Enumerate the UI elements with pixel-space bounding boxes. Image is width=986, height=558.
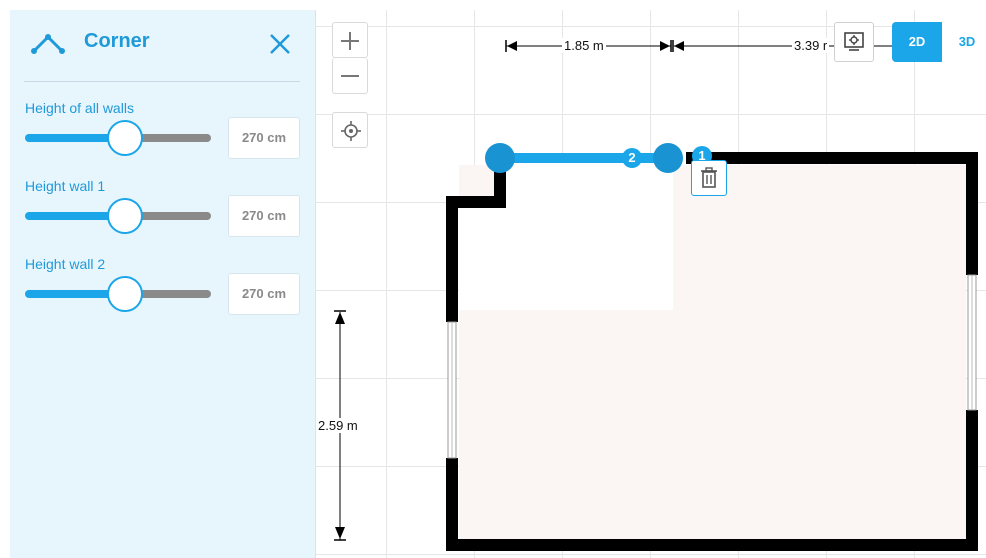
dimension-label: 1.85 m (562, 38, 606, 53)
trash-icon (701, 167, 717, 188)
height-wall-1-input[interactable]: 270 cm (228, 195, 300, 237)
slider-thumb[interactable] (107, 198, 143, 234)
panel-header: Corner (10, 10, 316, 82)
wall-number-2: 2 (628, 150, 636, 165)
divider (24, 81, 300, 82)
height-all-walls-input[interactable]: 270 cm (228, 117, 300, 159)
corner-properties-panel: Corner Height of all walls 270 cm Height… (10, 10, 316, 558)
slider-thumb[interactable] (107, 120, 143, 156)
display-settings-icon (844, 32, 864, 51)
height-wall-2-input[interactable]: 270 cm (228, 273, 300, 315)
height-wall-1-slider[interactable] (25, 198, 211, 234)
delete-wall-button[interactable] (691, 160, 727, 196)
slider-thumb[interactable] (107, 276, 143, 312)
dimension-label: 3.39 r (792, 38, 830, 53)
height-wall-2-label: Height wall 2 (25, 256, 106, 272)
view-3d-button[interactable]: 3D (942, 22, 986, 62)
corner-icon (31, 34, 65, 54)
height-wall-1-label: Height wall 1 (25, 178, 106, 194)
floor-plan-drawing (334, 40, 978, 551)
view-2d-button[interactable]: 2D (892, 22, 942, 62)
view-mode-toggle: 2D 3D (892, 22, 986, 62)
height-all-walls-slider[interactable] (25, 120, 211, 156)
dimension-label: 2.59 m (316, 418, 360, 433)
panel-title: Corner (84, 30, 150, 52)
floor-plan-canvas[interactable]: 1.85 m 3.39 r 2.59 m 2 1 2D 3D (316, 10, 986, 558)
corner-handle-selected[interactable] (653, 143, 683, 173)
display-settings-button[interactable] (834, 22, 874, 62)
close-icon[interactable] (268, 32, 292, 56)
corner-handle[interactable] (485, 143, 515, 173)
height-all-walls-label: Height of all walls (25, 100, 134, 116)
height-wall-2-slider[interactable] (25, 276, 211, 312)
